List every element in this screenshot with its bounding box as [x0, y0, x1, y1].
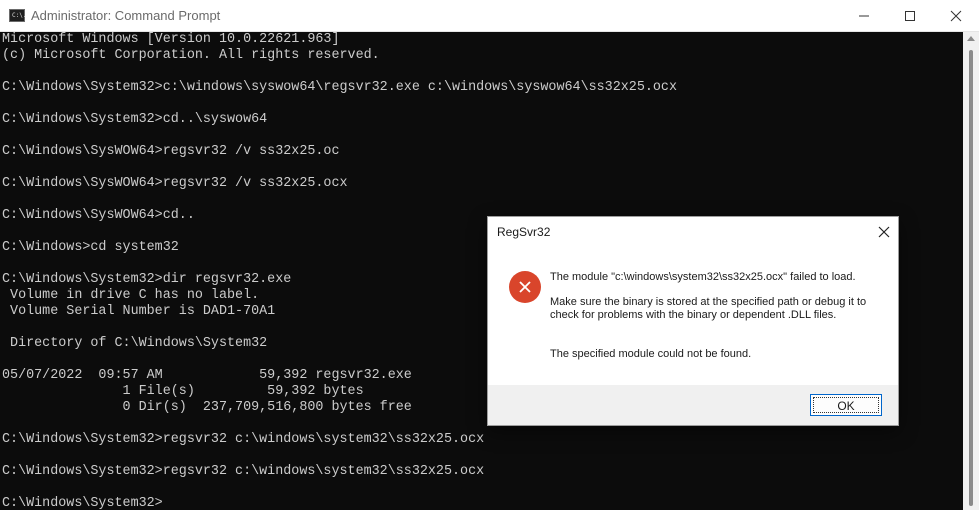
close-button[interactable] [933, 0, 979, 32]
error-icon [509, 271, 541, 303]
dialog-close-button[interactable] [870, 219, 896, 245]
console-line: C:\Windows\System32>cd..\syswow64 [2, 112, 268, 127]
dialog-body: The module "c:\windows\system32\ss32x25.… [488, 247, 898, 385]
console-line: C:\Windows\SysWOW64>cd.. [2, 208, 195, 223]
console-line: C:\Windows\System32>dir regsvr32.exe [2, 272, 292, 287]
maximize-button[interactable] [887, 0, 933, 32]
title-bar[interactable]: C:\. Administrator: Command Prompt [0, 0, 979, 32]
app-icon-text: C:\. [12, 12, 27, 19]
ok-button[interactable]: OK [810, 394, 882, 416]
window-title: Administrator: Command Prompt [31, 8, 221, 23]
console-line: C:\Windows\System32> [2, 496, 163, 510]
scroll-up-arrow-icon[interactable] [967, 36, 975, 41]
console-line: Volume in drive C has no label. [2, 288, 260, 303]
error-message-detail: Make sure the binary is stored at the sp… [550, 296, 867, 321]
console-line: C:\Windows\SysWOW64>regsvr32 /v ss32x25.… [2, 176, 348, 191]
close-icon [950, 10, 962, 22]
regsvr32-dialog: RegSvr32 The module "c:\windows\system32… [487, 216, 899, 426]
vertical-scrollbar[interactable] [963, 32, 979, 510]
command-prompt-icon: C:\. [9, 9, 27, 22]
dialog-footer: OK [488, 385, 898, 425]
console-line: C:\Windows>cd system32 [2, 240, 179, 255]
minimize-icon [859, 15, 869, 17]
console-line: Directory of C:\Windows\System32 [2, 336, 268, 351]
console-line: Microsoft Windows [Version 10.0.22621.96… [2, 32, 340, 47]
console-line: 1 File(s) 59,392 bytes [2, 384, 364, 399]
dialog-title: RegSvr32 [497, 225, 551, 239]
console-line: (c) Microsoft Corporation. All rights re… [2, 48, 380, 63]
console-line: 0 Dir(s) 237,709,516,800 bytes free [2, 400, 412, 415]
console-line: Volume Serial Number is DAD1-70A1 [2, 304, 276, 319]
maximize-icon [905, 11, 915, 21]
minimize-button[interactable] [841, 0, 887, 32]
close-icon [878, 226, 890, 238]
console-line: C:\Windows\SysWOW64>regsvr32 /v ss32x25.… [2, 144, 340, 159]
error-message-cause: The specified module could not be found. [550, 348, 752, 360]
console-line: 05/07/2022 09:57 AM 59,392 regsvr32.exe [2, 368, 412, 383]
error-message-primary: The module "c:\windows\system32\ss32x25.… [550, 271, 856, 283]
console-line: C:\Windows\System32>c:\windows\syswow64\… [2, 80, 677, 95]
console-line: C:\Windows\System32>regsvr32 c:\windows\… [2, 432, 485, 447]
console-line: C:\Windows\System32>regsvr32 c:\windows\… [2, 464, 485, 479]
scrollbar-thumb[interactable] [969, 50, 973, 506]
